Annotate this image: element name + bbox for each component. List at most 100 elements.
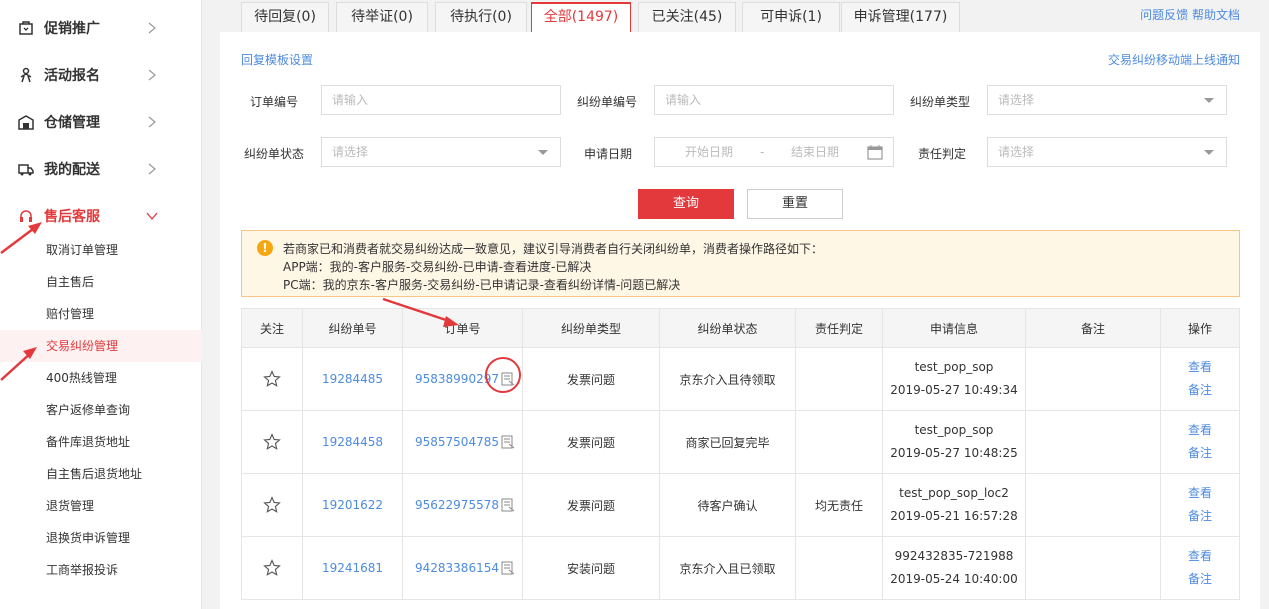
star-icon[interactable] [263,433,281,451]
remark-cell [1026,348,1161,410]
order-no-link[interactable]: 95838990297 [415,372,499,386]
calendar-icon[interactable] [867,145,883,160]
sidebar-item-return-management[interactable]: 退货管理 [0,490,202,522]
view-link[interactable]: 查看 [1188,545,1212,568]
applicant: test_pop_sop_loc2 [899,486,1009,500]
action-cell: 查看 备注 [1161,537,1239,599]
document-icon[interactable] [501,561,515,575]
table-row: 19241681 94283386154 安装问题 京东介入且已领取 99243… [241,537,1240,600]
start-date-input[interactable]: 开始日期 [685,138,733,166]
mobile-notice-link[interactable]: 交易纠纷移动端上线通知 [1108,51,1240,68]
dispute-no-link[interactable]: 19241681 [303,537,403,599]
nav-group-promotion[interactable]: 促销推广 [0,4,202,51]
responsibility-cell: 均无责任 [796,474,883,536]
order-no-link[interactable]: 95857504785 [415,435,499,449]
warehouse-icon [18,114,34,130]
document-icon[interactable] [501,498,515,512]
reset-button[interactable]: 重置 [747,189,843,219]
tab-pending-execution[interactable]: 待执行(0) [435,2,527,32]
nav-group-warehouse[interactable]: 仓储管理 [0,98,202,145]
end-date-input[interactable]: 结束日期 [791,138,839,166]
header-links: 问题反馈 帮助文档 [1140,6,1240,23]
apply-info-cell: test_pop_sop_loc2 2019-05-21 16:57:28 [883,474,1026,536]
tab-followed[interactable]: 已关注(45) [638,2,736,32]
notice-line: 若商家已和消费者就交易纠纷达成一致意见，建议引导消费者自行关闭纠纷单，消费者操作… [283,242,824,256]
dispute-no-input[interactable]: 请输入 [654,85,894,115]
star-icon[interactable] [263,496,281,514]
dispute-status-cell: 商家已回复完毕 [660,411,796,473]
note-link[interactable]: 备注 [1188,442,1212,465]
order-no-cell: 95622975578 [403,474,523,536]
document-icon[interactable] [501,435,515,449]
remark-cell [1026,411,1161,473]
note-link[interactable]: 备注 [1188,505,1212,528]
column-header: 关注 [242,309,303,347]
tab-appealable[interactable]: 可申诉(1) [742,2,840,32]
follow-cell [242,411,303,473]
tab-pending-evidence[interactable]: 待举证(0) [336,2,428,32]
apply-info-cell: test_pop_sop 2019-05-27 10:48:25 [883,411,1026,473]
column-header: 操作 [1187,321,1212,336]
query-button[interactable]: 查询 [638,189,734,219]
dispute-type-cell: 发票问题 [523,348,660,410]
sidebar-item-parts-return-address[interactable]: 备件库退货地址 [0,426,202,458]
apply-date: 2019-05-27 10:49:34 [890,383,1018,397]
nav-group-label: 我的配送 [44,161,100,178]
sidebar-item-repair-query[interactable]: 客户返修单查询 [0,394,202,426]
apply-date-range[interactable]: 开始日期 - 结束日期 [654,137,894,167]
view-link[interactable]: 查看 [1188,356,1212,379]
reply-template-link[interactable]: 回复模板设置 [241,51,313,68]
dispute-no-link[interactable]: 19201622 [303,474,403,536]
star-icon[interactable] [263,559,281,577]
star-icon[interactable] [263,370,281,388]
nav-group-label: 促销推广 [44,20,100,37]
order-no-link[interactable]: 94283386154 [415,561,499,575]
sidebar-item-complaint[interactable]: 工商举报投诉 [0,554,202,586]
promotion-icon [19,20,33,35]
dispute-no-link[interactable]: 19284485 [303,348,403,410]
chevron-right-icon [148,69,156,80]
tab-all[interactable]: 全部(1497) [531,2,631,32]
sidebar-item-dispute[interactable]: 交易纠纷管理 [0,330,202,362]
responsibility-select[interactable]: 请选择 [987,137,1227,167]
notice-line: PC端：我的京东-客户服务-交易纠纷-已申请记录-查看纠纷详情-问题已解决 [283,278,681,292]
dispute-status-select[interactable]: 请选择 [321,137,561,167]
tab-bar: 待回复(0) 待举证(0) 待执行(0) 全部(1497) 已关注(45) 可申… [220,0,1260,32]
applicant: test_pop_sop [914,423,994,437]
sidebar-item-self-service[interactable]: 自主售后 [0,266,202,298]
order-no-input[interactable]: 请输入 [321,85,561,115]
sidebar-item-cancel-order[interactable]: 取消订单管理 [0,234,202,266]
nav-group-after-sales[interactable]: 售后客服 [0,192,202,239]
table-header: 关注 纠纷单号 订单号 纠纷单类型 纠纷单状态 责任判定 申请信息 备注 操作 [241,308,1240,348]
remark-cell [1026,474,1161,536]
feedback-link[interactable]: 问题反馈 [1140,8,1188,22]
sidebar-item-hotline[interactable]: 400热线管理 [0,362,202,394]
note-link[interactable]: 备注 [1188,379,1212,402]
order-no-link[interactable]: 95622975578 [415,498,499,512]
help-link[interactable]: 帮助文档 [1192,8,1240,22]
notice-line: APP端：我的-客户服务-交易纠纷-已申请-查看进度-已解决 [283,260,592,274]
note-link[interactable]: 备注 [1188,568,1212,591]
action-cell: 查看 备注 [1161,348,1239,410]
follow-cell [242,348,303,410]
dispute-status-label: 纠纷单状态 [244,147,305,161]
action-cell: 查看 备注 [1161,474,1239,536]
nav-group-activity[interactable]: 活动报名 [0,51,202,98]
document-icon[interactable] [501,372,515,386]
caret-down-icon [1204,98,1214,103]
chevron-right-icon [148,22,156,33]
order-no-cell: 95857504785 [403,411,523,473]
nav-group-delivery[interactable]: 我的配送 [0,145,202,192]
dispute-type-select[interactable]: 请选择 [987,85,1227,115]
chevron-down-icon [146,212,158,220]
column-header: 纠纷单类型 [523,309,660,347]
sidebar-item-return-appeal[interactable]: 退换货申诉管理 [0,522,202,554]
tab-pending-reply[interactable]: 待回复(0) [241,2,329,32]
sidebar-item-compensation[interactable]: 赔付管理 [0,298,202,330]
dispute-no-link[interactable]: 19284458 [303,411,403,473]
tab-appeal-management[interactable]: 申诉管理(177) [841,2,960,32]
main-content: 待回复(0) 待举证(0) 待执行(0) 全部(1497) 已关注(45) 可申… [220,0,1260,609]
view-link[interactable]: 查看 [1188,419,1212,442]
view-link[interactable]: 查看 [1188,482,1212,505]
sidebar-item-self-return-address[interactable]: 自主售后退货地址 [0,458,202,490]
